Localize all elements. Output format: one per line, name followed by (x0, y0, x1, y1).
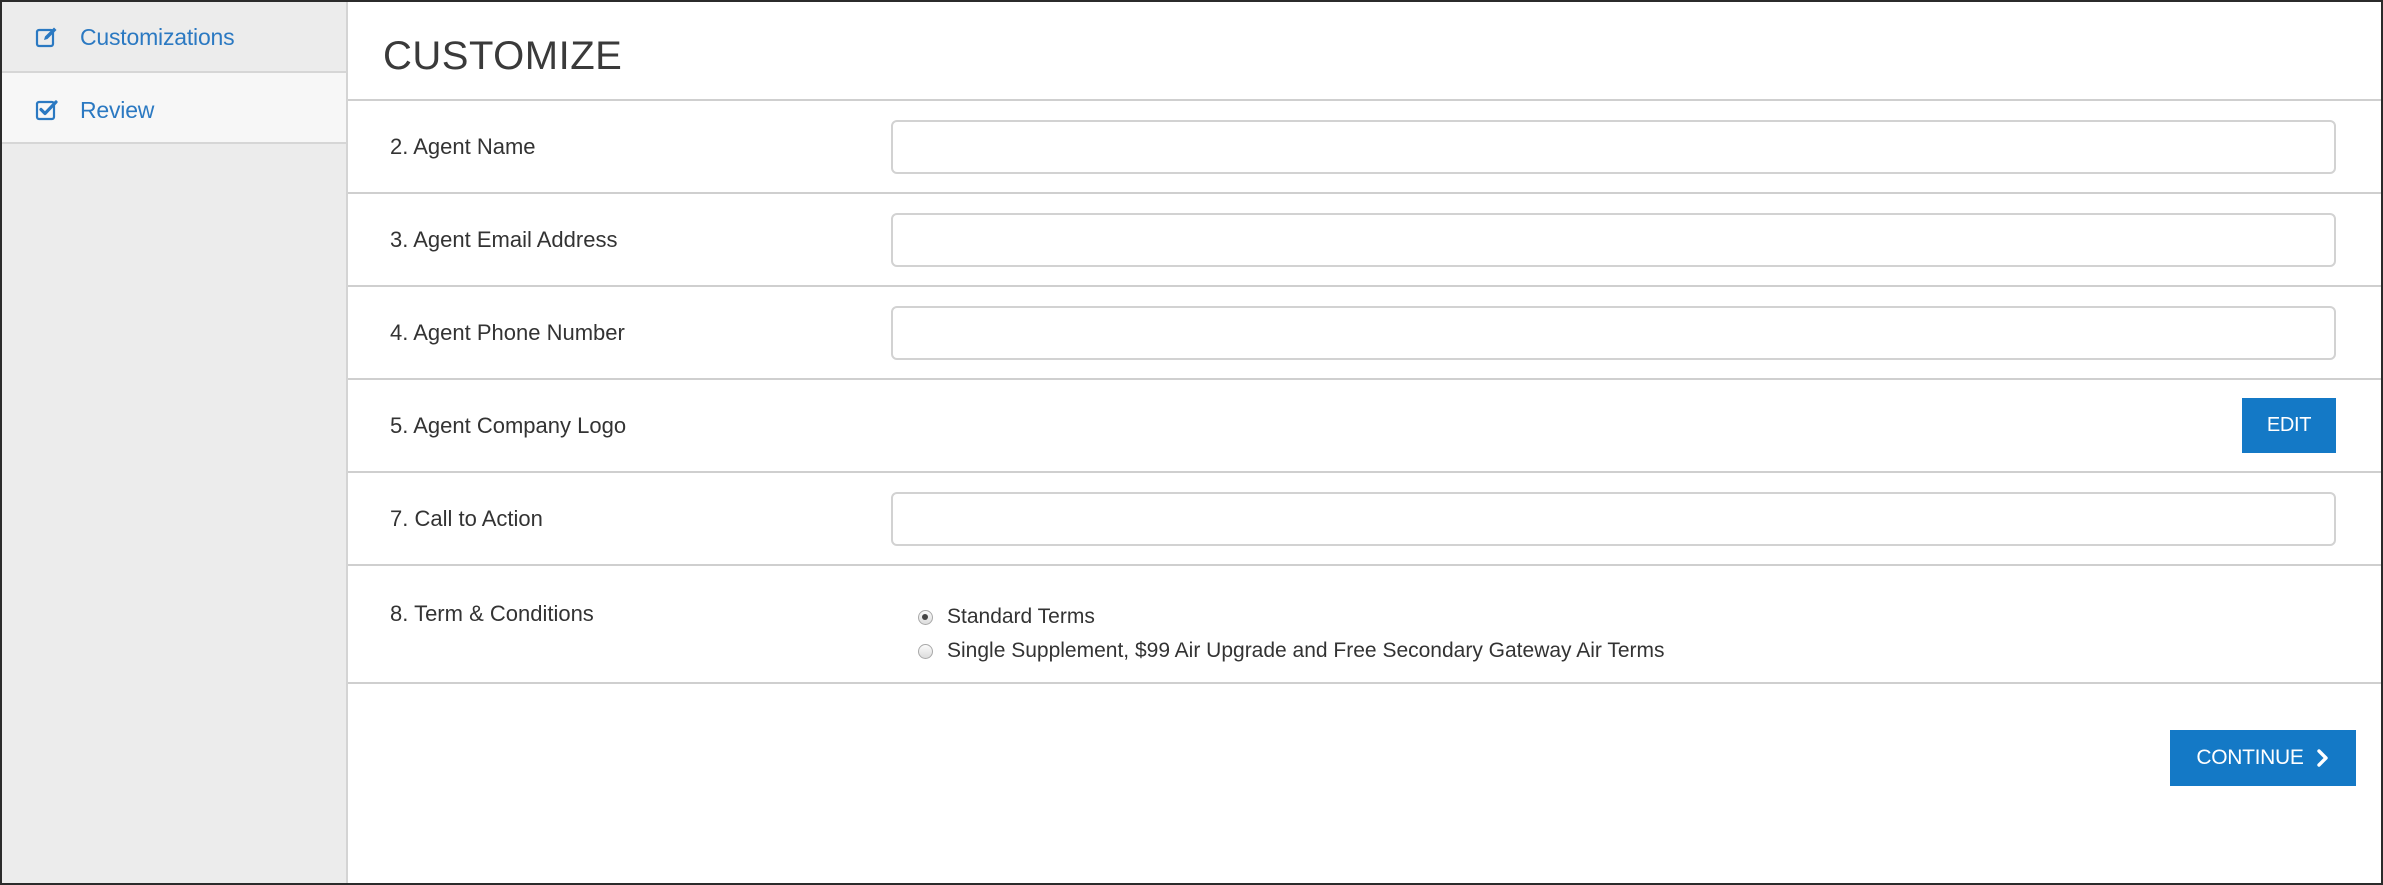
sidebar-item-review[interactable]: Review (2, 73, 346, 144)
agent-phone-label: 4. Agent Phone Number (390, 319, 625, 345)
form-row-agent-logo: 5. Agent Company Logo EDIT (348, 380, 2381, 473)
sidebar-background (2, 146, 346, 883)
terms-radio-group: Standard Terms Single Supplement, $99 Ai… (918, 600, 1665, 668)
form-row-terms: 8. Term & Conditions Standard Terms Sing… (348, 566, 2381, 684)
chevron-right-icon (2316, 749, 2330, 767)
form-row-call-to-action: 7. Call to Action (348, 473, 2381, 566)
sidebar-item-customizations[interactable]: Customizations (2, 2, 346, 73)
agent-email-input[interactable] (891, 212, 2336, 267)
agent-name-input[interactable] (891, 119, 2336, 174)
terms-label: 8. Term & Conditions (390, 601, 594, 626)
terms-option-single-supplement[interactable]: Single Supplement, $99 Air Upgrade and F… (918, 634, 1665, 668)
sidebar: Customizations Review (2, 2, 348, 883)
form-footer: CONTINUE (348, 684, 2381, 883)
agent-logo-label: 5. Agent Company Logo (390, 412, 627, 438)
terms-option-label: Single Supplement, $99 Air Upgrade and F… (947, 639, 1665, 662)
edit-icon (34, 24, 60, 50)
form-row-agent-name: 2. Agent Name (348, 101, 2381, 194)
form-row-agent-email: 3. Agent Email Address (348, 194, 2381, 287)
app-frame: Customizations Review CUSTOMIZE 2. Agent… (0, 0, 2383, 885)
agent-email-label: 3. Agent Email Address (390, 226, 618, 252)
radio-button[interactable] (918, 643, 933, 659)
continue-button[interactable]: CONTINUE (2170, 730, 2356, 786)
continue-button-label: CONTINUE (2196, 746, 2304, 769)
radio-button-selected[interactable] (918, 609, 933, 625)
terms-option-label: Standard Terms (947, 605, 1095, 628)
form-row-agent-phone: 4. Agent Phone Number (348, 287, 2381, 380)
sidebar-item-label: Customizations (80, 24, 235, 50)
terms-option-standard[interactable]: Standard Terms (918, 600, 1665, 634)
page-header: CUSTOMIZE (348, 2, 2381, 101)
main-content: CUSTOMIZE 2. Agent Name 3. Agent Email A… (348, 2, 2381, 883)
edit-logo-button[interactable]: EDIT (2242, 398, 2336, 453)
agent-phone-input[interactable] (891, 305, 2336, 360)
call-to-action-input[interactable] (891, 491, 2336, 546)
checkbox-checked-icon (34, 97, 60, 123)
call-to-action-label: 7. Call to Action (390, 505, 543, 531)
page-title: CUSTOMIZE (383, 34, 623, 78)
sidebar-item-label: Review (80, 97, 155, 123)
agent-name-label: 2. Agent Name (390, 133, 536, 159)
